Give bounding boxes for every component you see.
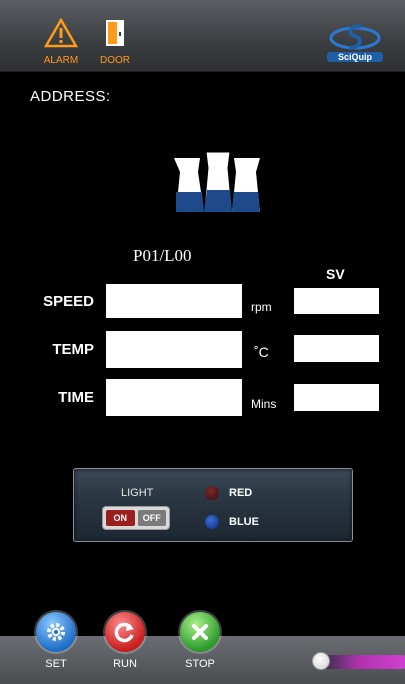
temp-label: TEMP bbox=[52, 341, 94, 358]
light-panel: LIGHT ON OFF RED BLUE bbox=[73, 468, 353, 542]
speed-label: SPEED bbox=[43, 293, 94, 310]
brightness-slider[interactable] bbox=[312, 652, 405, 672]
logo-mark-icon bbox=[329, 24, 381, 50]
gear-icon bbox=[47, 623, 65, 641]
program-label: P01/L00 bbox=[133, 246, 192, 265]
close-icon bbox=[192, 624, 208, 640]
time-unit: Mins bbox=[251, 397, 277, 411]
set-button[interactable]: SET bbox=[32, 612, 80, 670]
rotor-icon bbox=[174, 151, 260, 213]
blue-light-indicator[interactable] bbox=[205, 515, 219, 529]
refresh-icon bbox=[114, 622, 134, 643]
address-label: ADDRESS: bbox=[30, 88, 111, 105]
red-light-indicator[interactable] bbox=[205, 486, 219, 500]
run-button[interactable]: RUN bbox=[101, 612, 149, 670]
slider-track[interactable] bbox=[320, 655, 405, 669]
door-label: DOOR bbox=[100, 55, 130, 66]
light-toggle[interactable]: ON OFF bbox=[102, 506, 170, 530]
sv-header: SV bbox=[326, 266, 345, 282]
time-sv-field[interactable] bbox=[294, 384, 379, 411]
logo-text: SciQuip bbox=[327, 52, 383, 62]
stop-label: STOP bbox=[185, 658, 215, 670]
set-label: SET bbox=[45, 658, 67, 670]
slider-knob[interactable] bbox=[312, 652, 330, 670]
time-label: TIME bbox=[58, 389, 94, 406]
blue-light-label: BLUE bbox=[229, 516, 259, 528]
brand-logo: SciQuip bbox=[327, 22, 383, 66]
alarm-label: ALARM bbox=[43, 55, 79, 66]
speed-sv-field[interactable] bbox=[294, 288, 379, 314]
temp-sv-field[interactable] bbox=[294, 335, 379, 362]
stop-button[interactable]: STOP bbox=[176, 612, 224, 670]
speed-unit: rpm bbox=[251, 300, 272, 314]
red-light-label: RED bbox=[229, 487, 253, 499]
temp-value-field[interactable] bbox=[106, 331, 242, 368]
warning-triangle-icon bbox=[43, 17, 79, 48]
light-on-button[interactable]: ON bbox=[106, 510, 135, 526]
door-button[interactable]: DOOR bbox=[95, 18, 135, 66]
door-icon bbox=[106, 20, 124, 46]
time-value-field[interactable] bbox=[106, 379, 242, 416]
run-label: RUN bbox=[113, 658, 137, 670]
speed-value-field[interactable] bbox=[106, 284, 242, 318]
light-label: LIGHT bbox=[121, 487, 154, 499]
temp-unit: ˚C bbox=[254, 344, 269, 360]
top-bar: ALARM DOOR SciQuip bbox=[0, 0, 405, 72]
alarm-button[interactable]: ALARM bbox=[40, 17, 82, 66]
light-off-button[interactable]: OFF bbox=[137, 510, 166, 526]
